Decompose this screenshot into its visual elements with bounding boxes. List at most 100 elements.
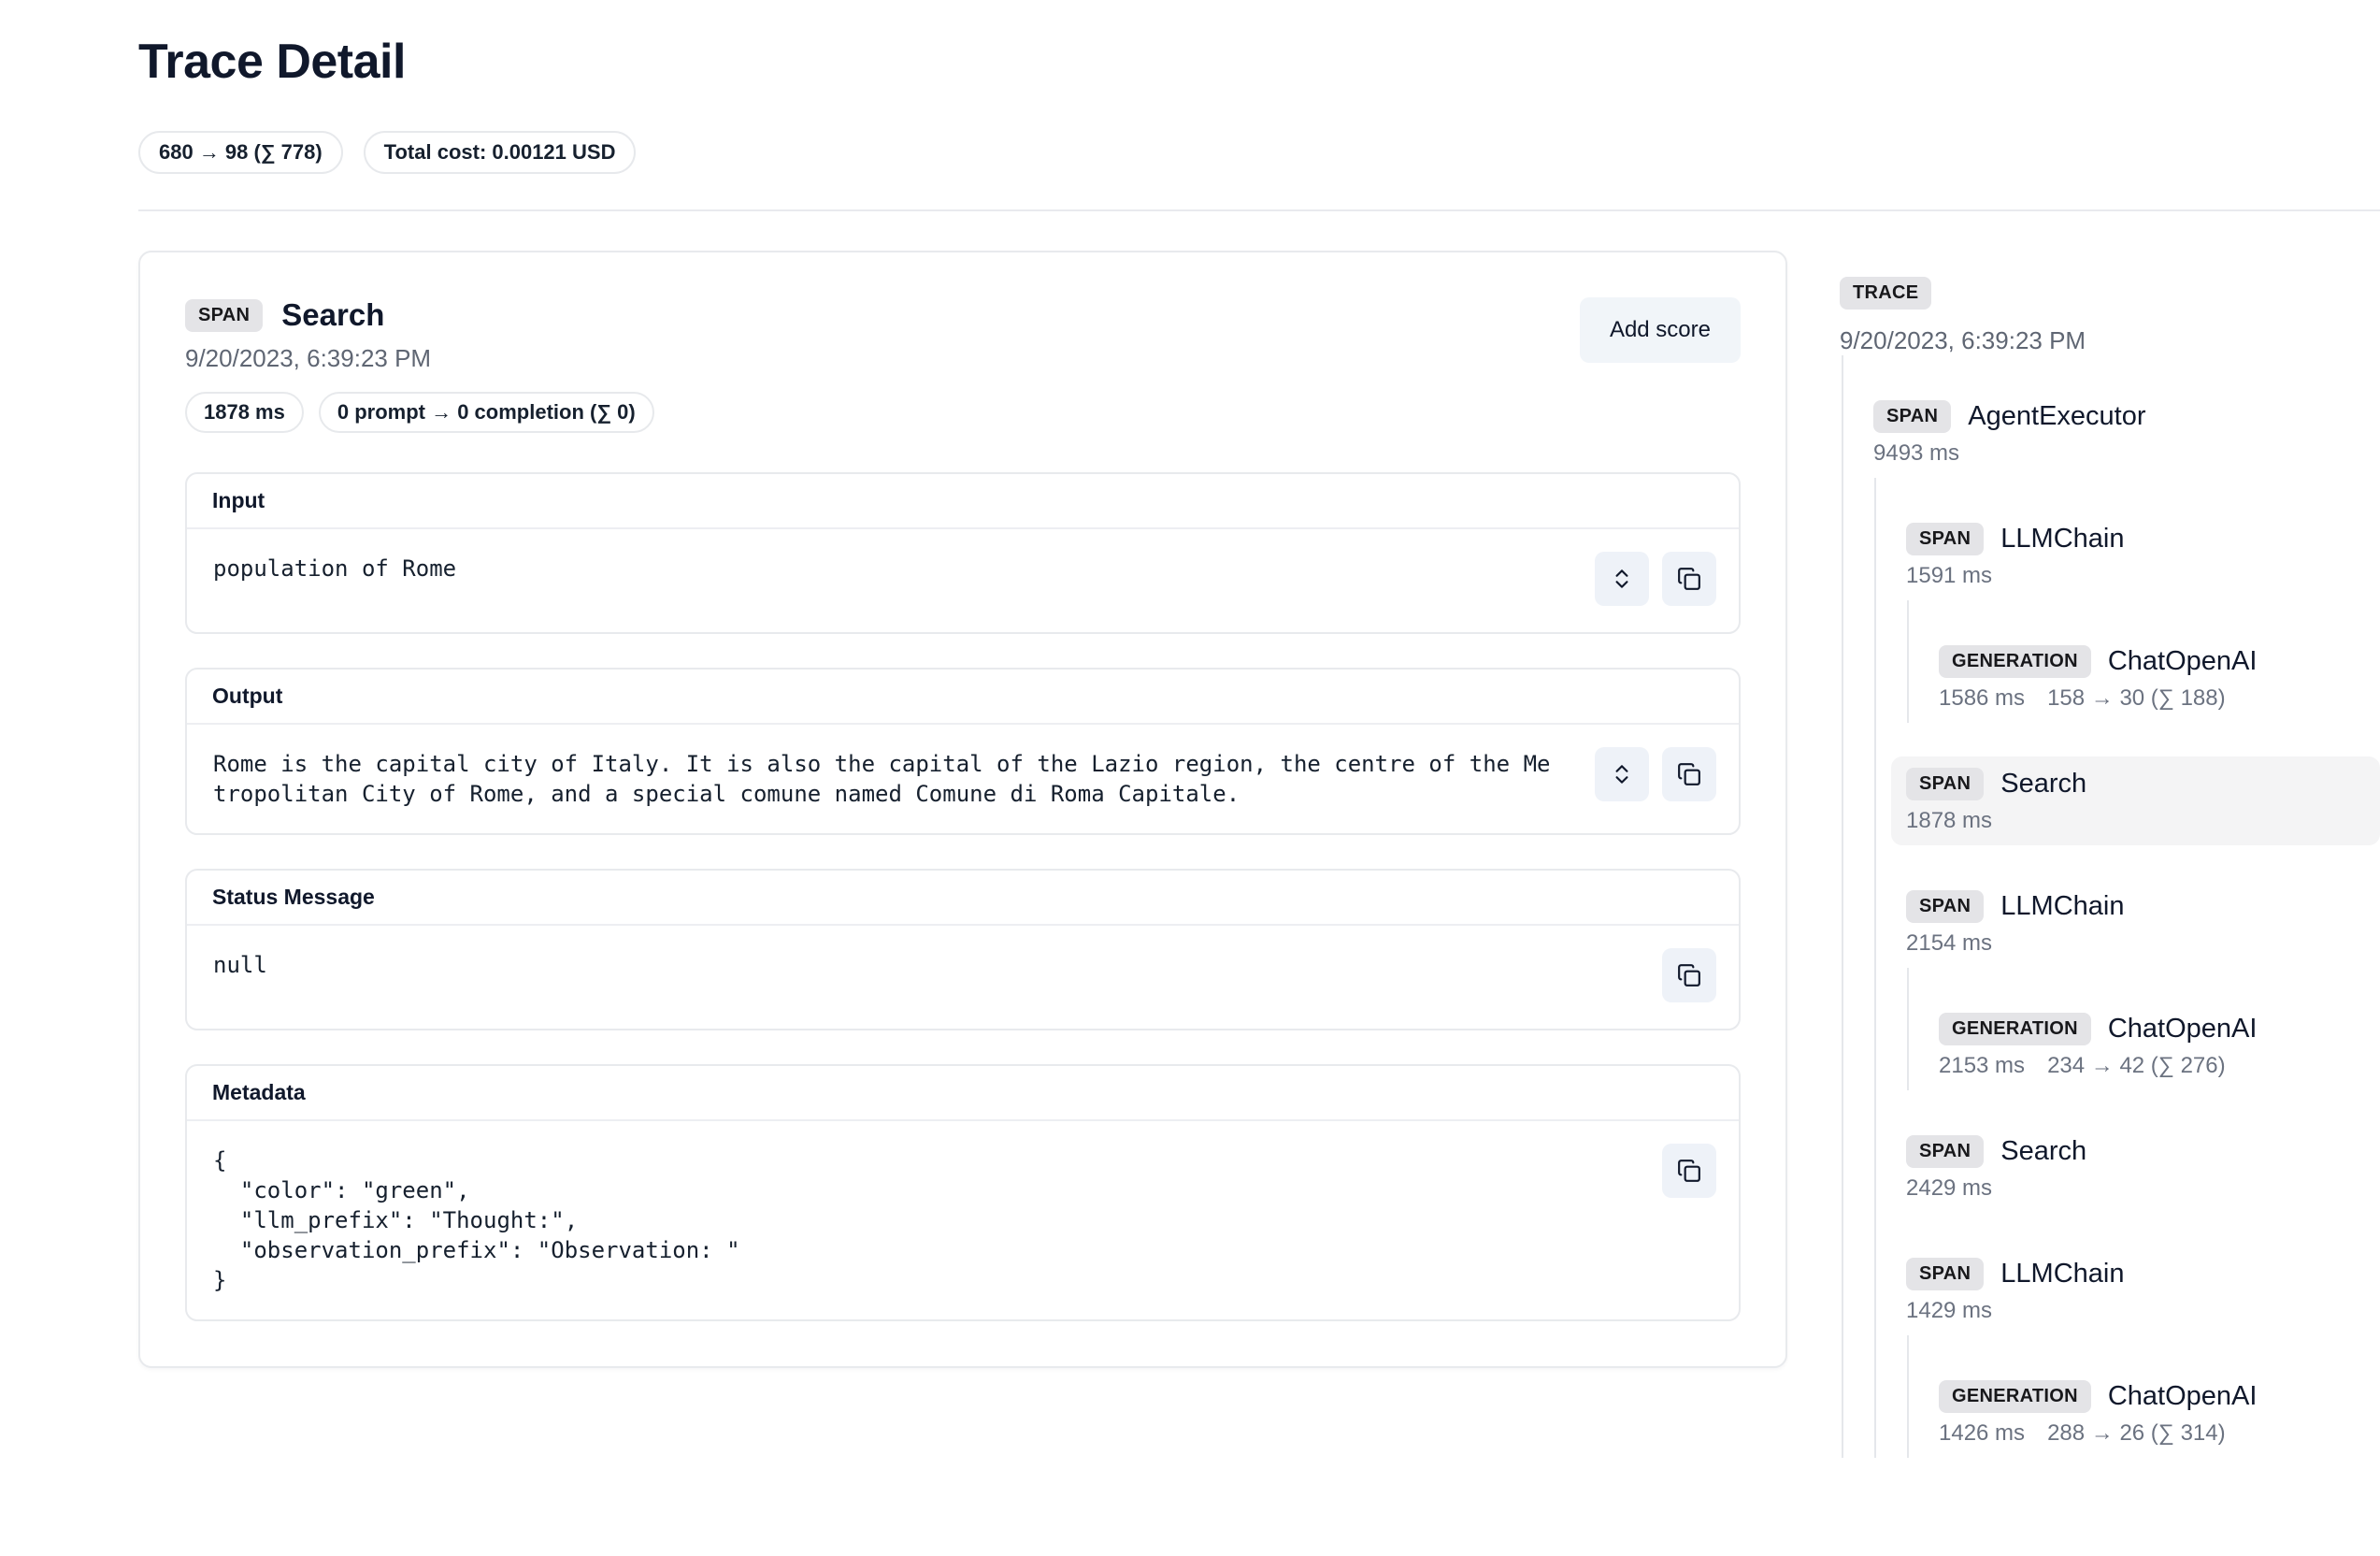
tree-item-chatopenai[interactable]: GENERATIONChatOpenAI 1426 ms 288 → 26 (∑ 3… xyxy=(1924,1369,2380,1458)
tree-item-title-row: SPAN LLMChain xyxy=(1906,523,2365,555)
section-value: { "color": "green", "llm_prefix": "Thoug… xyxy=(213,1145,1552,1295)
token-usage-value: 158 → 30 (∑ 188) xyxy=(2047,685,2226,712)
tree-item-title-row: SPAN LLMChain xyxy=(1906,1258,2365,1290)
latency-value: 2153 ms xyxy=(1939,1053,2025,1079)
section-output: OutputRome is the capital city of Italy.… xyxy=(185,668,1741,835)
observation-type-badge: SPAN xyxy=(1906,768,1984,800)
tree-node: GENERATION ChatOpenAI 1586 ms 158 → 30 (∑ 1… xyxy=(1909,634,2380,723)
tree-item-metrics: 2429 ms xyxy=(1906,1175,2365,1202)
observation-title: Search xyxy=(281,297,384,333)
observation-heading-block: SPAN Search 9/20/2023, 6:39:23 PM 1878 m… xyxy=(185,297,654,433)
tree-node: SPAN Search 1878 ms xyxy=(1876,756,2380,845)
section-value: population of Rome xyxy=(213,554,1552,584)
tree-item-metrics: 1878 ms xyxy=(1906,808,2365,834)
chevrons-up-down-icon[interactable] xyxy=(1595,747,1649,801)
tree-node: GENERATION ChatOpenAI 2153 ms 234 → 42 (∑ 2… xyxy=(1909,1001,2380,1090)
tree-item-search[interactable]: SPAN Search 2429 ms xyxy=(1891,1124,2380,1213)
latency-value: 1878 ms xyxy=(1906,808,1992,834)
observation-type-badge: SPAN xyxy=(185,299,263,332)
latency-value: 1429 ms xyxy=(1906,1298,1992,1324)
tree-item-chatopenai[interactable]: GENERATION ChatOpenAI 1586 ms 158 → 30 (∑ 1… xyxy=(1924,634,2380,723)
section-label: Status Message xyxy=(187,871,1739,926)
observation-name: LLMChain xyxy=(2000,1259,2124,1289)
add-score-button[interactable]: Add score xyxy=(1580,297,1741,363)
latency-value: 1586 ms xyxy=(1939,685,2025,712)
tree-item-chatopenai[interactable]: GENERATION ChatOpenAI 2153 ms 234 → 42 (∑ 2… xyxy=(1924,1001,2380,1090)
observation-card: SPAN Search 9/20/2023, 6:39:23 PM 1878 m… xyxy=(138,251,1787,1368)
tree-item-title-row: GENERATION ChatOpenAI xyxy=(1939,1013,2365,1045)
observation-sections: Input population of Rome OutputRome is the… xyxy=(185,472,1741,1321)
latency-value: 1426 ms xyxy=(1939,1420,2025,1447)
tree-item-search[interactable]: SPAN Search 1878 ms xyxy=(1891,756,2380,845)
observation-badges: 1878 ms 0 prompt → 0 completion (∑ 0) xyxy=(185,392,654,433)
header-divider xyxy=(138,209,2380,211)
observation-name: Search xyxy=(2000,1136,2086,1167)
tree-item-metrics: 1426 ms 288 → 26 (∑ 314) xyxy=(1939,1420,2365,1447)
trace-detail-page: Trace Detail 680 → 98 (∑ 778) Total cost… xyxy=(0,0,2380,1458)
observation-type-badge: GENERATION xyxy=(1939,1013,2091,1045)
observation-type-badge: SPAN xyxy=(1873,400,1951,433)
trace-summary-badges: 680 → 98 (∑ 778) Total cost: 0.00121 USD xyxy=(138,131,2380,174)
tree-node: SPAN Search 2429 ms xyxy=(1876,1124,2380,1213)
latency-value: 2154 ms xyxy=(1906,930,1992,957)
observation-name: LLMChain xyxy=(2000,891,2124,922)
tree-item-metrics: 1591 ms xyxy=(1906,563,2365,589)
tree-item-llmchain[interactable]: SPANLLMChain 2154 ms xyxy=(1891,879,2380,968)
latency-value: 1591 ms xyxy=(1906,563,1992,589)
tree-item-title-row: SPAN AgentExecutor xyxy=(1873,400,2365,433)
observation-type-badge: GENERATION xyxy=(1939,645,2091,678)
tree-item-metrics: 1586 ms 158 → 30 (∑ 188) xyxy=(1939,685,2365,712)
tree-item-title-row: SPAN Search xyxy=(1906,768,2365,800)
tree-children: GENERATIONChatOpenAI 1426 ms 288 → 26 (∑ 3… xyxy=(1907,1335,2380,1458)
section-body: { "color": "green", "llm_prefix": "Thoug… xyxy=(187,1121,1739,1319)
section-actions xyxy=(1662,1144,1716,1198)
trace-tree-sidebar: TRACE 9/20/2023, 6:39:23 PM SPANAgentExe… xyxy=(1840,251,2380,1458)
section-status-message: Status Messagenull xyxy=(185,869,1741,1030)
section-actions xyxy=(1595,552,1716,606)
latency-badge: 1878 ms xyxy=(185,392,304,433)
section-input: Input population of Rome xyxy=(185,472,1741,634)
observation-name: ChatOpenAI xyxy=(2108,646,2258,677)
section-actions xyxy=(1662,948,1716,1002)
tree-node: SPANAgentExecutor9493 msSPANLLMChain1591… xyxy=(1843,389,2380,1458)
observation-type-badge: SPAN xyxy=(1906,523,1984,555)
tree-item-title-row: SPANLLMChain xyxy=(1906,890,2365,923)
observation-timestamp: 9/20/2023, 6:39:23 PM xyxy=(185,344,654,373)
tree-node: SPANLLMChain 2154 ms GENERATION ChatOpenAI 2… xyxy=(1876,879,2380,1090)
token-usage-value: 288 → 26 (∑ 314) xyxy=(2047,1420,2226,1447)
observation-type-badge: SPAN xyxy=(1906,1258,1984,1290)
section-label: Input xyxy=(187,474,1739,529)
section-value: Rome is the capital city of Italy. It is… xyxy=(213,749,1552,809)
observation-header: SPAN Search 9/20/2023, 6:39:23 PM 1878 m… xyxy=(185,297,1741,433)
observation-type-badge: SPAN xyxy=(1906,1135,1984,1168)
trace-token-usage-badge: 680 → 98 (∑ 778) xyxy=(138,131,343,174)
observation-name: AgentExecutor xyxy=(1968,401,2145,432)
chevrons-up-down-icon[interactable] xyxy=(1595,552,1649,606)
token-usage-badge: 0 prompt → 0 completion (∑ 0) xyxy=(319,392,654,433)
tree-node: SPAN LLMChain 1429 ms GENERATIONChatOpenAI 1… xyxy=(1876,1246,2380,1458)
tree-item-llmchain[interactable]: SPAN LLMChain 1591 ms xyxy=(1891,511,2380,600)
observation-name: LLMChain xyxy=(2000,524,2124,555)
tree-item-agentexecutor[interactable]: SPANAgentExecutor9493 ms xyxy=(1858,389,2380,478)
section-label: Metadata xyxy=(187,1066,1739,1121)
copy-icon[interactable] xyxy=(1662,1144,1716,1198)
tree-item-metrics: 2153 ms 234 → 42 (∑ 276) xyxy=(1939,1053,2365,1079)
token-usage-value: 234 → 42 (∑ 276) xyxy=(2047,1053,2226,1079)
copy-icon[interactable] xyxy=(1662,552,1716,606)
latency-value: 2429 ms xyxy=(1906,1175,1992,1202)
observation-type-badge: GENERATION xyxy=(1939,1380,2091,1413)
copy-icon[interactable] xyxy=(1662,747,1716,801)
tree-item-title-row: SPAN Search xyxy=(1906,1135,2365,1168)
tree-item-llmchain[interactable]: SPAN LLMChain 1429 ms xyxy=(1891,1246,2380,1335)
trace-timestamp: 9/20/2023, 6:39:23 PM xyxy=(1840,326,2380,355)
observation-title-row: SPAN Search xyxy=(185,297,654,333)
observation-name: ChatOpenAI xyxy=(2108,1014,2258,1045)
section-body: null xyxy=(187,926,1739,1029)
tree-item-title-row: GENERATIONChatOpenAI xyxy=(1939,1380,2365,1413)
tree-children: GENERATION ChatOpenAI 1586 ms 158 → 30 (∑ 1… xyxy=(1907,600,2380,723)
copy-icon[interactable] xyxy=(1662,948,1716,1002)
tree-item-metrics: 1429 ms xyxy=(1906,1298,2365,1324)
page-title: Trace Detail xyxy=(138,34,2380,90)
observation-name: Search xyxy=(2000,769,2086,800)
tree-children: SPANLLMChain1591 msGENERATIONChatOpenAI1… xyxy=(1874,478,2380,1458)
